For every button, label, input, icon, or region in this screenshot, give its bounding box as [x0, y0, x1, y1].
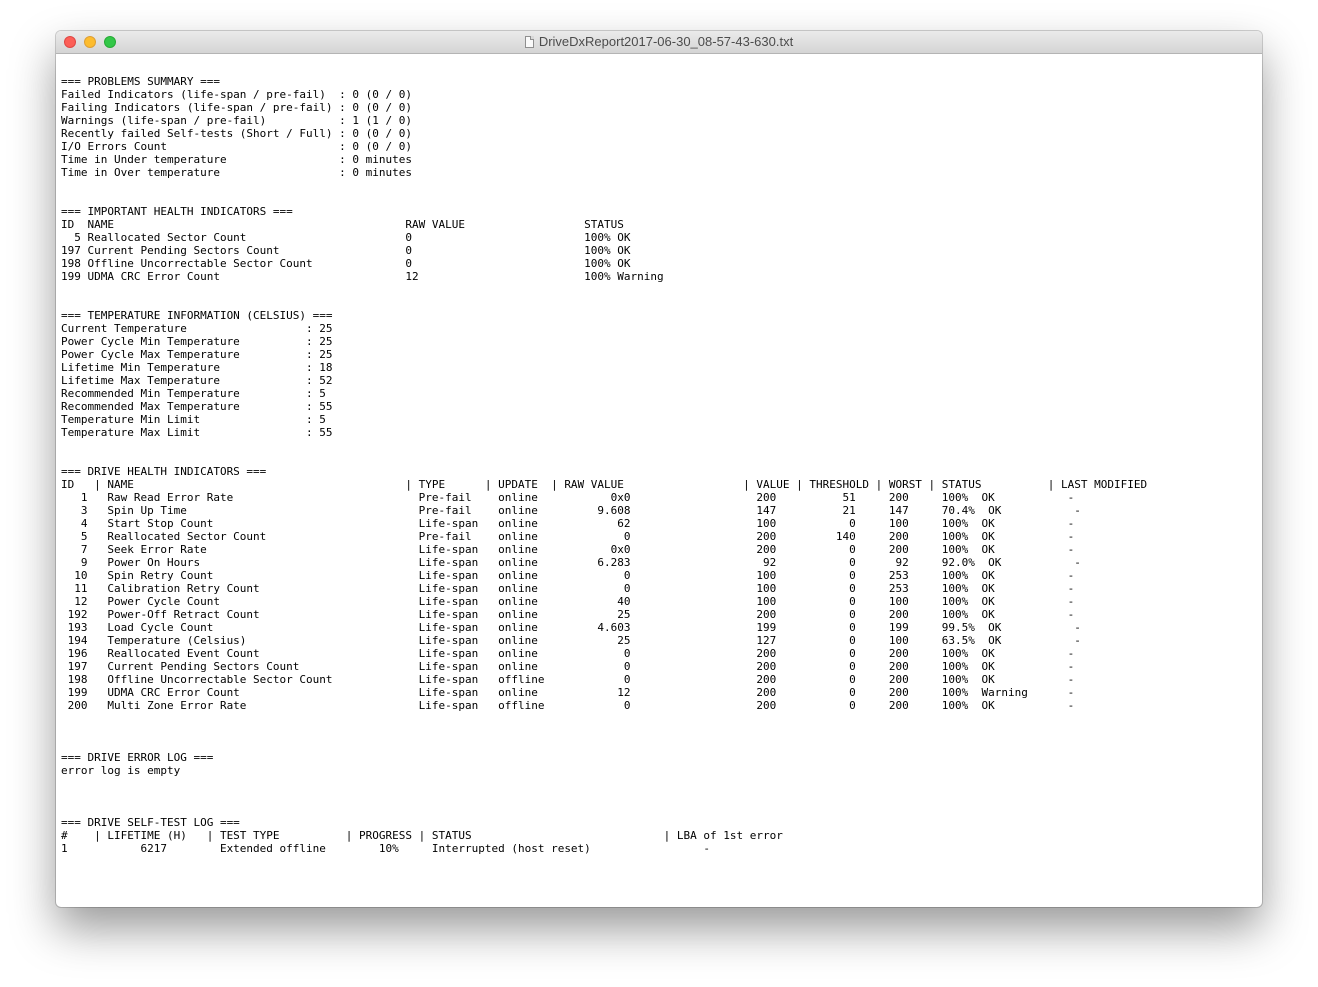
report-line: ID | NAME | TYPE | UPDATE | RAW VALUE | … — [61, 478, 1148, 491]
report-line: === PROBLEMS SUMMARY === — [61, 75, 220, 88]
window-title: DriveDxReport2017-06-30_08-57-43-630.txt — [56, 31, 1262, 53]
report-line: Time in Over temperature : 0 minutes — [61, 166, 412, 179]
report-line: 10 Spin Retry Count Life-span online 0 1… — [61, 569, 1075, 582]
report-line: 193 Load Cycle Count Life-span online 4.… — [61, 621, 1081, 634]
report-line: 197 Current Pending Sectors Count 0 100%… — [61, 244, 631, 257]
report-line: Recommended Min Temperature : 5 — [61, 387, 326, 400]
minimize-button[interactable] — [84, 36, 96, 48]
text-editor-window: DriveDxReport2017-06-30_08-57-43-630.txt… — [56, 31, 1262, 907]
report-line: Time in Under temperature : 0 minutes — [61, 153, 412, 166]
close-button[interactable] — [64, 36, 76, 48]
report-line: 200 Multi Zone Error Rate Life-span offl… — [61, 699, 1075, 712]
report-line: 199 UDMA CRC Error Count 12 100% Warning — [61, 270, 664, 283]
report-line: # | LIFETIME (H) | TEST TYPE | PROGRESS … — [61, 829, 783, 842]
report-line: === TEMPERATURE INFORMATION (CELSIUS) ==… — [61, 309, 333, 322]
report-line: 198 Offline Uncorrectable Sector Count L… — [61, 673, 1075, 686]
report-line: Lifetime Max Temperature : 52 — [61, 374, 333, 387]
report-line: Warnings (life-span / pre-fail) : 1 (1 /… — [61, 114, 412, 127]
report-line: 1 6217 Extended offline 10% Interrupted … — [61, 842, 711, 855]
text-content-area[interactable]: === PROBLEMS SUMMARY === Failed Indicato… — [56, 54, 1262, 907]
window-title-text: DriveDxReport2017-06-30_08-57-43-630.txt — [538, 34, 794, 49]
report-line: 3 Spin Up Time Pre-fail online 9.608 147… — [61, 504, 1081, 517]
report-line: Power Cycle Min Temperature : 25 — [61, 335, 333, 348]
report-line: 5 Reallocated Sector Count 0 100% OK — [61, 231, 631, 244]
report-text: === PROBLEMS SUMMARY === Failed Indicato… — [61, 75, 1262, 855]
report-line: 198 Offline Uncorrectable Sector Count 0… — [61, 257, 631, 270]
report-line: 12 Power Cycle Count Life-span online 40… — [61, 595, 1075, 608]
report-line: Power Cycle Max Temperature : 25 — [61, 348, 333, 361]
report-line: 4 Start Stop Count Life-span online 62 1… — [61, 517, 1075, 530]
report-line: Lifetime Min Temperature : 18 — [61, 361, 333, 374]
report-line: 199 UDMA CRC Error Count Life-span onlin… — [61, 686, 1075, 699]
zoom-button[interactable] — [104, 36, 116, 48]
report-line: Temperature Max Limit : 55 — [61, 426, 333, 439]
report-line: Failing Indicators (life-span / pre-fail… — [61, 101, 412, 114]
report-line: Recommended Max Temperature : 55 — [61, 400, 333, 413]
report-line: 5 Reallocated Sector Count Pre-fail onli… — [61, 530, 1075, 543]
report-line: Failed Indicators (life-span / pre-fail)… — [61, 88, 412, 101]
report-line: 194 Temperature (Celsius) Life-span onli… — [61, 634, 1081, 647]
report-line: 1 Raw Read Error Rate Pre-fail online 0x… — [61, 491, 1075, 504]
report-line: ID NAME RAW VALUE STATUS — [61, 218, 624, 231]
report-line: === DRIVE HEALTH INDICATORS === — [61, 465, 267, 478]
report-line: 197 Current Pending Sectors Count Life-s… — [61, 660, 1075, 673]
report-line: Temperature Min Limit : 5 — [61, 413, 326, 426]
report-line: Current Temperature : 25 — [61, 322, 333, 335]
title-bar[interactable]: DriveDxReport2017-06-30_08-57-43-630.txt — [56, 31, 1262, 54]
report-line: === DRIVE SELF-TEST LOG === — [61, 816, 240, 829]
report-line: 9 Power On Hours Life-span online 6.283 … — [61, 556, 1081, 569]
report-line: 192 Power-Off Retract Count Life-span on… — [61, 608, 1075, 621]
report-line: Recently failed Self-tests (Short / Full… — [61, 127, 412, 140]
report-line: === DRIVE ERROR LOG === — [61, 751, 214, 764]
report-line: 7 Seek Error Rate Life-span online 0x0 2… — [61, 543, 1075, 556]
report-line: === IMPORTANT HEALTH INDICATORS === — [61, 205, 293, 218]
report-line: 196 Reallocated Event Count Life-span on… — [61, 647, 1075, 660]
document-icon — [524, 36, 534, 48]
report-line: 11 Calibration Retry Count Life-span onl… — [61, 582, 1075, 595]
report-line: I/O Errors Count : 0 (0 / 0) — [61, 140, 412, 153]
report-line: error log is empty — [61, 764, 181, 777]
